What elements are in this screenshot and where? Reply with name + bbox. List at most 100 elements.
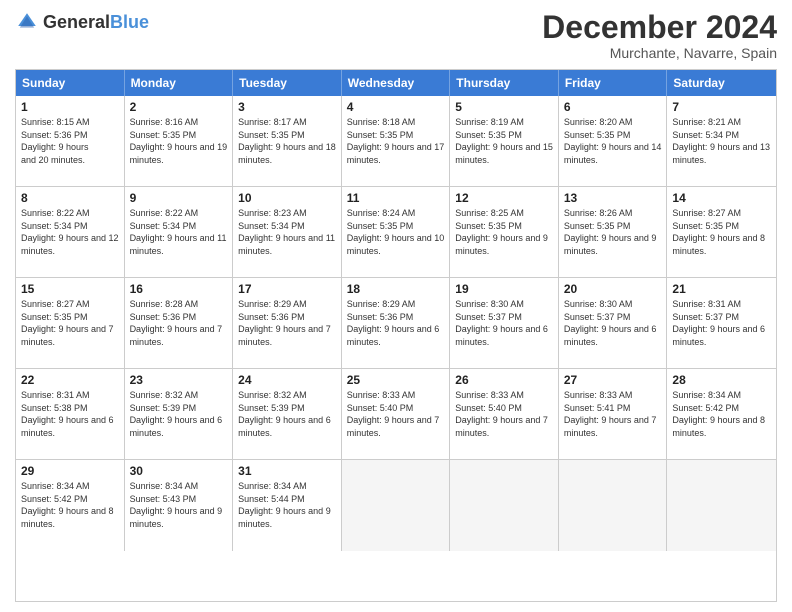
calendar-cell-2-7: 14 Sunrise: 8:27 AMSunset: 5:35 PMDayligh… (667, 187, 776, 277)
calendar-cell-2-4: 11 Sunrise: 8:24 AMSunset: 5:35 PMDayligh… (342, 187, 451, 277)
calendar-header: Sunday Monday Tuesday Wednesday Thursday… (16, 70, 776, 96)
day-number: 18 (347, 282, 445, 296)
calendar-cell-1-1: 1Sunrise: 8:15 AMSunset: 5:36 PMDaylight… (16, 96, 125, 186)
cell-info: Sunrise: 8:33 AMSunset: 5:40 PMDaylight:… (347, 389, 445, 439)
cell-info: Sunrise: 8:30 AMSunset: 5:37 PMDaylight:… (564, 298, 662, 348)
cell-info: Sunrise: 8:25 AMSunset: 5:35 PMDaylight:… (455, 207, 553, 257)
day-number: 31 (238, 464, 336, 478)
logo-blue: Blue (110, 12, 149, 32)
day-number: 8 (21, 191, 119, 205)
cell-info: Sunrise: 8:31 AMSunset: 5:38 PMDaylight:… (21, 389, 119, 439)
cell-info: Sunrise: 8:17 AMSunset: 5:35 PMDaylight:… (238, 116, 336, 166)
calendar-row-5: 29Sunrise: 8:34 AMSunset: 5:42 PMDayligh… (16, 460, 776, 551)
calendar-cell-5-5 (450, 460, 559, 551)
logo-icon (15, 10, 39, 34)
day-number: 13 (564, 191, 662, 205)
calendar-row-1: 1Sunrise: 8:15 AMSunset: 5:36 PMDaylight… (16, 96, 776, 187)
calendar-cell-2-5: 12Sunrise: 8:25 AMSunset: 5:35 PMDayligh… (450, 187, 559, 277)
calendar-cell-3-1: 15Sunrise: 8:27 AMSunset: 5:35 PMDayligh… (16, 278, 125, 368)
calendar-cell-4-4: 25 Sunrise: 8:33 AMSunset: 5:40 PMDayligh… (342, 369, 451, 459)
page: GeneralBlue December 2024 Murchante, Nav… (0, 0, 792, 612)
header-sunday: Sunday (16, 70, 125, 96)
calendar-cell-5-2: 30Sunrise: 8:34 AMSunset: 5:43 PMDayligh… (125, 460, 234, 551)
calendar-cell-5-3: 31 Sunrise: 8:34 AMSunset: 5:44 PMDayligh… (233, 460, 342, 551)
calendar-cell-1-3: 3 Sunrise: 8:17 AMSunset: 5:35 PMDaylight… (233, 96, 342, 186)
cell-info: Sunrise: 8:34 AMSunset: 5:43 PMDaylight:… (130, 480, 228, 530)
cell-info: Sunrise: 8:34 AMSunset: 5:44 PMDaylight:… (238, 480, 336, 530)
header-saturday: Saturday (667, 70, 776, 96)
cell-info: Sunrise: 8:29 AMSunset: 5:36 PMDaylight:… (238, 298, 336, 348)
cell-info: Sunrise: 8:29 AMSunset: 5:36 PMDaylight:… (347, 298, 445, 348)
calendar-cell-1-2: 2 Sunrise: 8:16 AMSunset: 5:35 PMDaylight… (125, 96, 234, 186)
logo-text: GeneralBlue (43, 12, 149, 33)
calendar-cell-1-6: 6 Sunrise: 8:20 AMSunset: 5:35 PMDaylight… (559, 96, 668, 186)
calendar: Sunday Monday Tuesday Wednesday Thursday… (15, 69, 777, 602)
cell-info: Sunrise: 8:24 AMSunset: 5:35 PMDaylight:… (347, 207, 445, 257)
calendar-cell-3-2: 16 Sunrise: 8:28 AMSunset: 5:36 PMDayligh… (125, 278, 234, 368)
day-number: 11 (347, 191, 445, 205)
header: GeneralBlue December 2024 Murchante, Nav… (15, 10, 777, 61)
cell-info: Sunrise: 8:21 AMSunset: 5:34 PMDaylight:… (672, 116, 771, 166)
calendar-cell-4-6: 27Sunrise: 8:33 AMSunset: 5:41 PMDayligh… (559, 369, 668, 459)
cell-info: Sunrise: 8:30 AMSunset: 5:37 PMDaylight:… (455, 298, 553, 348)
day-number: 22 (21, 373, 119, 387)
calendar-cell-3-4: 18 Sunrise: 8:29 AMSunset: 5:36 PMDayligh… (342, 278, 451, 368)
cell-info: Sunrise: 8:16 AMSunset: 5:35 PMDaylight:… (130, 116, 228, 166)
header-tuesday: Tuesday (233, 70, 342, 96)
day-number: 29 (21, 464, 119, 478)
calendar-cell-3-6: 20 Sunrise: 8:30 AMSunset: 5:37 PMDayligh… (559, 278, 668, 368)
calendar-cell-2-3: 10Sunrise: 8:23 AMSunset: 5:34 PMDayligh… (233, 187, 342, 277)
logo-general: General (43, 12, 110, 32)
day-number: 19 (455, 282, 553, 296)
day-number: 7 (672, 100, 771, 114)
day-number: 10 (238, 191, 336, 205)
day-number: 27 (564, 373, 662, 387)
calendar-row-2: 8 Sunrise: 8:22 AMSunset: 5:34 PMDaylight… (16, 187, 776, 278)
day-number: 2 (130, 100, 228, 114)
day-number: 20 (564, 282, 662, 296)
header-friday: Friday (559, 70, 668, 96)
calendar-cell-2-2: 9 Sunrise: 8:22 AMSunset: 5:34 PMDaylight… (125, 187, 234, 277)
day-number: 15 (21, 282, 119, 296)
cell-info: Sunrise: 8:22 AMSunset: 5:34 PMDaylight:… (130, 207, 228, 257)
day-number: 6 (564, 100, 662, 114)
cell-info: Sunrise: 8:27 AMSunset: 5:35 PMDaylight:… (672, 207, 771, 257)
day-number: 4 (347, 100, 445, 114)
location: Murchante, Navarre, Spain (542, 45, 777, 61)
day-number: 17 (238, 282, 336, 296)
cell-info: Sunrise: 8:26 AMSunset: 5:35 PMDaylight:… (564, 207, 662, 257)
calendar-cell-5-1: 29Sunrise: 8:34 AMSunset: 5:42 PMDayligh… (16, 460, 125, 551)
day-number: 26 (455, 373, 553, 387)
cell-info: Sunrise: 8:20 AMSunset: 5:35 PMDaylight:… (564, 116, 662, 166)
calendar-cell-5-6 (559, 460, 668, 551)
cell-info: Sunrise: 8:32 AMSunset: 5:39 PMDaylight:… (130, 389, 228, 439)
calendar-cell-2-1: 8Sunrise: 8:22 AMSunset: 5:34 PMDaylight… (16, 187, 125, 277)
day-number: 25 (347, 373, 445, 387)
day-number: 5 (455, 100, 553, 114)
day-number: 9 (130, 191, 228, 205)
calendar-body: 1Sunrise: 8:15 AMSunset: 5:36 PMDaylight… (16, 96, 776, 551)
cell-info: Sunrise: 8:15 AMSunset: 5:36 PMDaylight:… (21, 116, 119, 166)
calendar-row-3: 15Sunrise: 8:27 AMSunset: 5:35 PMDayligh… (16, 278, 776, 369)
header-monday: Monday (125, 70, 234, 96)
calendar-cell-4-3: 24Sunrise: 8:32 AMSunset: 5:39 PMDayligh… (233, 369, 342, 459)
calendar-cell-1-4: 4 Sunrise: 8:18 AMSunset: 5:35 PMDaylight… (342, 96, 451, 186)
cell-info: Sunrise: 8:31 AMSunset: 5:37 PMDaylight:… (672, 298, 771, 348)
calendar-cell-4-5: 26Sunrise: 8:33 AMSunset: 5:40 PMDayligh… (450, 369, 559, 459)
cell-info: Sunrise: 8:28 AMSunset: 5:36 PMDaylight:… (130, 298, 228, 348)
calendar-cell-1-5: 5Sunrise: 8:19 AMSunset: 5:35 PMDaylight… (450, 96, 559, 186)
calendar-row-4: 22 Sunrise: 8:31 AMSunset: 5:38 PMDayligh… (16, 369, 776, 460)
cell-info: Sunrise: 8:32 AMSunset: 5:39 PMDaylight:… (238, 389, 336, 439)
calendar-cell-1-7: 7 Sunrise: 8:21 AMSunset: 5:34 PMDaylight… (667, 96, 776, 186)
calendar-cell-5-7 (667, 460, 776, 551)
day-number: 14 (672, 191, 771, 205)
calendar-cell-4-7: 28Sunrise: 8:34 AMSunset: 5:42 PMDayligh… (667, 369, 776, 459)
header-wednesday: Wednesday (342, 70, 451, 96)
calendar-cell-4-2: 23 Sunrise: 8:32 AMSunset: 5:39 PMDayligh… (125, 369, 234, 459)
day-number: 28 (672, 373, 771, 387)
day-number: 23 (130, 373, 228, 387)
title-area: December 2024 Murchante, Navarre, Spain (542, 10, 777, 61)
cell-info: Sunrise: 8:18 AMSunset: 5:35 PMDaylight:… (347, 116, 445, 166)
day-number: 16 (130, 282, 228, 296)
day-number: 3 (238, 100, 336, 114)
